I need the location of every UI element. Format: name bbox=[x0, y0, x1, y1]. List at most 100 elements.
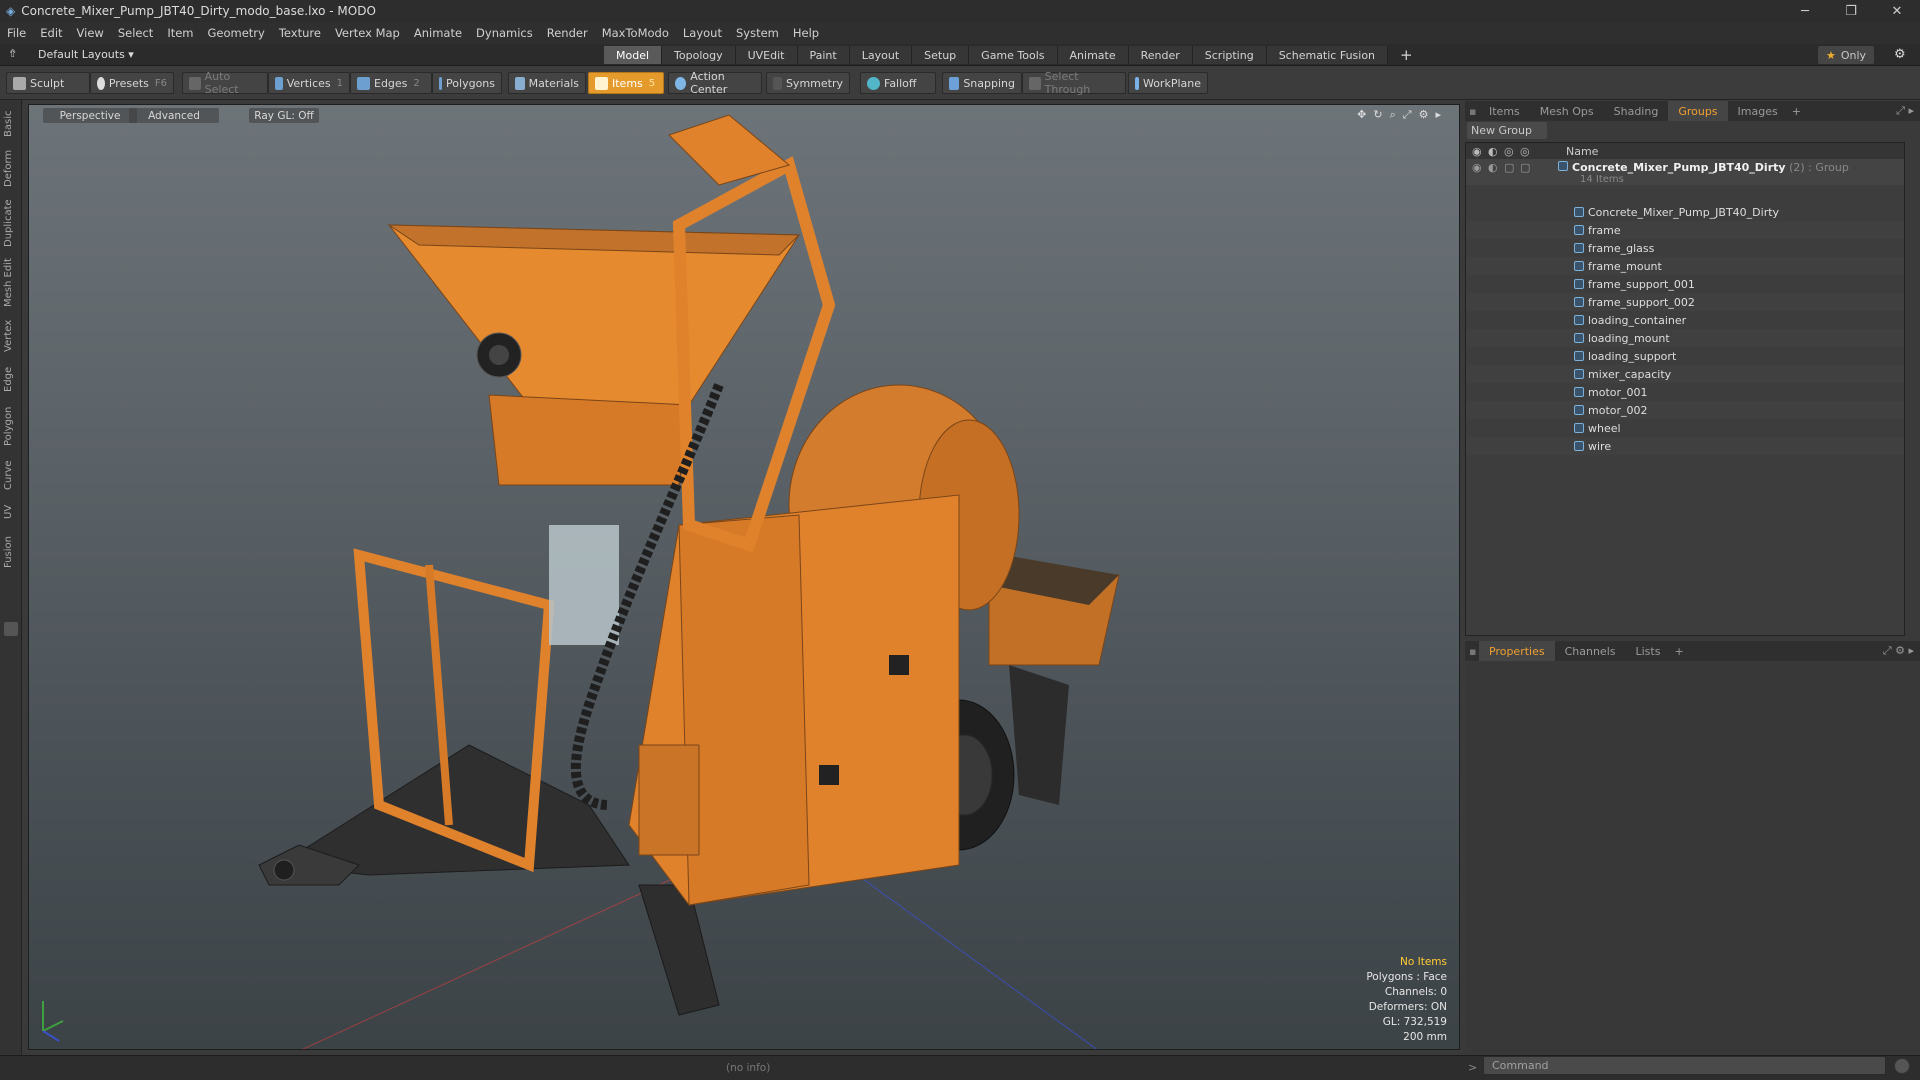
menu-item[interactable]: Item bbox=[160, 26, 200, 40]
panel-menu-icon[interactable]: ▪ bbox=[1469, 105, 1479, 118]
list-item[interactable]: loading_mount bbox=[1466, 329, 1904, 347]
tab-render[interactable]: Render bbox=[1128, 46, 1193, 64]
list-item[interactable]: motor_001 bbox=[1466, 383, 1904, 401]
workplane-button[interactable]: WorkPlane bbox=[1128, 72, 1208, 94]
restore-icon[interactable]: ❐ bbox=[1828, 0, 1874, 22]
render-header-icon[interactable]: ◐ bbox=[1488, 145, 1504, 158]
tab-polygon[interactable]: Polygon bbox=[3, 402, 19, 450]
group-render-icon[interactable]: ◐ bbox=[1488, 161, 1504, 174]
tab-items[interactable]: Items bbox=[1479, 101, 1530, 121]
tab-uv[interactable]: UV bbox=[3, 500, 19, 524]
tab-uvedit[interactable]: UVEdit bbox=[735, 46, 798, 64]
tab-images[interactable]: Images bbox=[1728, 101, 1788, 121]
tab-layout[interactable]: Layout bbox=[849, 46, 913, 64]
menu-dynamics[interactable]: Dynamics bbox=[469, 26, 540, 40]
list-item[interactable]: motor_002 bbox=[1466, 401, 1904, 419]
tab-model[interactable]: Model bbox=[604, 46, 663, 64]
tab-mesh-edit[interactable]: Mesh Edit bbox=[3, 256, 19, 310]
menu-help[interactable]: Help bbox=[786, 26, 826, 40]
materials-button[interactable]: Materials bbox=[508, 72, 586, 94]
select-header-icon[interactable]: ◎ bbox=[1520, 145, 1536, 158]
add-panel-tab-icon[interactable]: + bbox=[1788, 101, 1805, 121]
layout-preset-dropdown[interactable]: Default Layouts ▾ bbox=[38, 48, 134, 61]
snapping-button[interactable]: Snapping bbox=[942, 72, 1022, 94]
tab-groups[interactable]: Groups bbox=[1668, 101, 1728, 121]
collapse-icon[interactable]: ⇮ bbox=[8, 47, 17, 60]
menu-edit[interactable]: Edit bbox=[33, 26, 69, 40]
toggle-panel-icon[interactable] bbox=[4, 622, 18, 636]
group-row[interactable]: ◉ ◐ ▢ ▢ Concrete_Mixer_Pump_JBT40_Dirty … bbox=[1466, 159, 1904, 185]
tab-game-tools[interactable]: Game Tools bbox=[969, 46, 1058, 64]
tab-setup[interactable]: Setup bbox=[912, 46, 970, 64]
menu-vertex-map[interactable]: Vertex Map bbox=[328, 26, 407, 40]
vertices-button[interactable]: Vertices 1 bbox=[268, 72, 350, 94]
symmetry-button[interactable]: Symmetry bbox=[766, 72, 850, 94]
tab-curve[interactable]: Curve bbox=[3, 456, 19, 494]
gear-icon[interactable]: ⚙ bbox=[1894, 47, 1906, 62]
tab-scripting[interactable]: Scripting bbox=[1192, 46, 1267, 64]
polygons-button[interactable]: Polygons bbox=[432, 72, 502, 94]
visibility-header-icon[interactable]: ◉ bbox=[1472, 145, 1488, 158]
tab-paint[interactable]: Paint bbox=[797, 46, 850, 64]
tab-schematic-fusion[interactable]: Schematic Fusion bbox=[1266, 46, 1389, 64]
presets-button[interactable]: Presets F6 bbox=[90, 72, 174, 94]
tab-shading[interactable]: Shading bbox=[1604, 101, 1669, 121]
tab-properties[interactable]: Properties bbox=[1479, 641, 1555, 661]
tab-topology[interactable]: Topology bbox=[662, 46, 736, 64]
menu-geometry[interactable]: Geometry bbox=[201, 26, 272, 40]
list-item[interactable]: frame_support_002 bbox=[1466, 293, 1904, 311]
tab-channels[interactable]: Channels bbox=[1555, 641, 1626, 661]
command-input[interactable]: Command bbox=[1483, 1056, 1886, 1075]
menu-maxtomodo[interactable]: MaxToModo bbox=[595, 26, 676, 40]
panel-menu-icon[interactable]: ▪ bbox=[1469, 645, 1479, 658]
list-item[interactable]: wire bbox=[1466, 437, 1904, 455]
group-select-icon[interactable]: ▢ bbox=[1520, 161, 1536, 174]
list-item[interactable]: frame_support_001 bbox=[1466, 275, 1904, 293]
only-toggle[interactable]: ★ Only bbox=[1818, 46, 1875, 64]
3d-viewport[interactable]: Perspective Advanced Ray GL: Off ✥ ↻ ⌕ ⤢… bbox=[28, 104, 1460, 1050]
sculpt-button[interactable]: Sculpt bbox=[6, 72, 90, 94]
command-history-icon[interactable] bbox=[1894, 1058, 1910, 1074]
list-item[interactable]: frame_mount bbox=[1466, 257, 1904, 275]
tab-duplicate[interactable]: Duplicate bbox=[3, 196, 19, 250]
list-item[interactable]: mixer_capacity bbox=[1466, 365, 1904, 383]
close-icon[interactable]: ✕ bbox=[1874, 0, 1920, 22]
list-item[interactable]: wheel bbox=[1466, 419, 1904, 437]
falloff-button[interactable]: Falloff bbox=[860, 72, 936, 94]
menu-render[interactable]: Render bbox=[540, 26, 595, 40]
group-lock-icon[interactable]: ▢ bbox=[1504, 161, 1520, 174]
menu-layout[interactable]: Layout bbox=[676, 26, 729, 40]
action-center-button[interactable]: Action Center bbox=[668, 70, 762, 96]
tab-edge[interactable]: Edge bbox=[3, 362, 19, 396]
tab-basic[interactable]: Basic bbox=[3, 106, 19, 142]
panel-expand-icon[interactable]: ⤢ ▸ bbox=[1896, 104, 1914, 118]
menu-select[interactable]: Select bbox=[111, 26, 160, 40]
group-visibility-icon[interactable]: ◉ bbox=[1472, 161, 1488, 174]
list-item[interactable]: loading_container bbox=[1466, 311, 1904, 329]
panel-expand-icon[interactable]: ⤢ ⚙ ▸ bbox=[1883, 644, 1914, 658]
add-tab-icon[interactable]: + bbox=[1388, 46, 1425, 64]
list-item[interactable]: loading_support bbox=[1466, 347, 1904, 365]
list-item[interactable]: Concrete_Mixer_Pump_JBT40_Dirty bbox=[1466, 203, 1904, 221]
minimize-icon[interactable]: ─ bbox=[1782, 0, 1828, 22]
tab-mesh-ops[interactable]: Mesh Ops bbox=[1530, 101, 1604, 121]
new-group-button[interactable]: New Group bbox=[1467, 122, 1547, 139]
tab-lists[interactable]: Lists bbox=[1626, 641, 1671, 661]
menu-view[interactable]: View bbox=[70, 26, 111, 40]
menu-system[interactable]: System bbox=[729, 26, 786, 40]
menu-file[interactable]: File bbox=[0, 26, 33, 40]
lock-header-icon[interactable]: ◎ bbox=[1504, 145, 1520, 158]
add-panel-tab-icon[interactable]: + bbox=[1670, 641, 1687, 661]
menu-texture[interactable]: Texture bbox=[272, 26, 328, 40]
select-through-button[interactable]: Select Through bbox=[1022, 70, 1126, 96]
tab-fusion[interactable]: Fusion bbox=[3, 532, 19, 572]
tab-vertex[interactable]: Vertex bbox=[3, 316, 19, 356]
items-button[interactable]: Items 5 bbox=[588, 72, 664, 94]
tab-animate[interactable]: Animate bbox=[1057, 46, 1129, 64]
tab-deform[interactable]: Deform bbox=[3, 146, 19, 190]
list-item[interactable]: frame bbox=[1466, 221, 1904, 239]
edges-button[interactable]: Edges 2 bbox=[350, 72, 432, 94]
menu-animate[interactable]: Animate bbox=[407, 26, 469, 40]
auto-select-button[interactable]: Auto Select bbox=[182, 70, 268, 96]
list-item[interactable]: frame_glass bbox=[1466, 239, 1904, 257]
